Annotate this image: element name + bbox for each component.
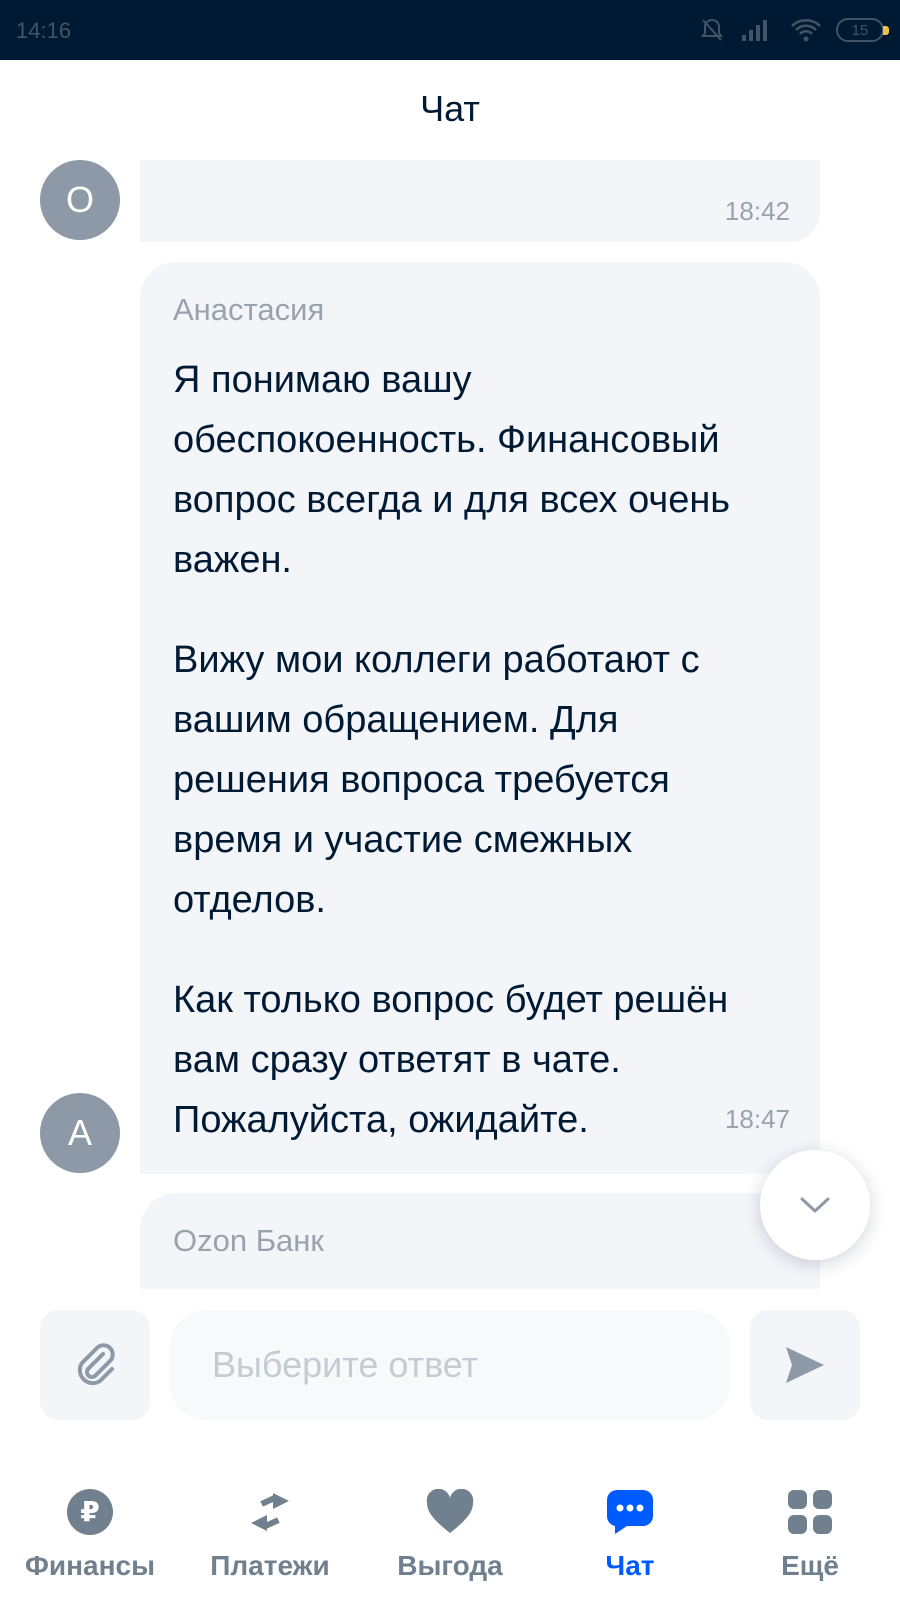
scroll-down-button[interactable]	[760, 1150, 870, 1260]
tab-label: Финансы	[25, 1550, 155, 1581]
avatar: А	[40, 1093, 120, 1173]
page-title: Чат	[420, 88, 480, 129]
message-line: Пожалуйста, ожидайте.	[173, 1099, 589, 1141]
paperclip-icon	[77, 1343, 115, 1386]
send-button[interactable]	[750, 1310, 860, 1420]
wifi-icon	[791, 19, 821, 42]
message-sender: Анастасия	[173, 292, 325, 327]
tab-benefits[interactable]: Выгода	[360, 1460, 540, 1600]
chevron-down-icon	[800, 1197, 830, 1213]
reply-input[interactable]	[170, 1310, 730, 1420]
message-line: обеспокоенность. Финансовый	[173, 419, 720, 461]
signal-icon	[742, 20, 767, 41]
message-bubble: Ozon Банк	[140, 1193, 820, 1289]
mute-bell-icon	[701, 18, 723, 41]
tab-chat[interactable]: Чат	[540, 1460, 720, 1600]
tab-payments[interactable]: Платежи	[180, 1460, 360, 1600]
message-line: вопрос всегда и для всех очень	[173, 479, 731, 521]
status-time: 14:16	[16, 18, 72, 43]
tab-label: Платежи	[210, 1550, 330, 1581]
message-bubble: Анастасия Я понимаю вашу обеспокоенность…	[140, 262, 820, 1174]
status-icons: 15	[698, 16, 889, 44]
tab-label: Чат	[605, 1550, 655, 1581]
tab-finances[interactable]: ₽ Финансы	[0, 1460, 180, 1600]
battery-icon: 15	[836, 18, 889, 42]
ruble-icon: ₽	[64, 1486, 116, 1538]
chat-icon	[604, 1486, 656, 1538]
message-line: отделов.	[173, 879, 326, 921]
message-paragraph: Я понимаю вашу обеспокоенность. Финансов…	[173, 350, 730, 590]
tab-label: Ещё	[781, 1550, 839, 1581]
attach-button[interactable]	[40, 1310, 150, 1420]
message-bubble: 18:42	[140, 160, 820, 242]
message-line: время и участие смежных	[173, 819, 633, 861]
heart-icon	[424, 1486, 476, 1538]
status-bar: 14:16 15	[0, 0, 900, 60]
transfer-arrows-icon	[244, 1486, 296, 1538]
bottom-tab-bar: ₽ Финансы Платежи Выгода Чат Ещё	[0, 1460, 900, 1600]
message-line: решения вопроса требуется	[173, 759, 670, 801]
tab-more[interactable]: Ещё	[720, 1460, 900, 1600]
avatar-letter: А	[67, 1112, 92, 1153]
grid-icon	[784, 1486, 836, 1538]
message-line: Как только вопрос будет решён	[173, 979, 729, 1021]
message-line: важен.	[173, 539, 292, 581]
tab-label: Выгода	[397, 1550, 503, 1581]
message-line: вашим обращением. Для	[173, 699, 619, 741]
message-paragraph: Вижу мои коллеги работают с вашим обраще…	[173, 630, 700, 930]
message-time: 18:42	[724, 196, 790, 226]
send-icon	[786, 1347, 824, 1383]
svg-text:₽: ₽	[80, 1495, 99, 1528]
message-line: вам сразу ответят в чате.	[173, 1039, 621, 1081]
message-paragraph: Как только вопрос будет решён вам сразу …	[173, 970, 728, 1150]
message-line: Вижу мои коллеги работают с	[173, 639, 700, 681]
message-line: Я понимаю вашу	[173, 359, 472, 401]
avatar-letter: О	[65, 179, 94, 220]
avatar: О	[40, 160, 120, 240]
message-sender: Ozon Банк	[173, 1223, 324, 1258]
chat-header: Чат	[0, 60, 900, 160]
message-time: 18:47	[724, 1104, 790, 1134]
battery-level: 15	[851, 21, 869, 39]
